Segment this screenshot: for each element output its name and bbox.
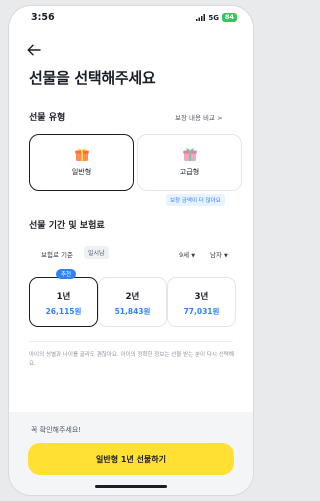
period-years: 2년: [125, 292, 140, 302]
gift-type-premium-card[interactable]: 고급형: [137, 134, 242, 191]
back-arrow-icon[interactable]: [27, 44, 41, 56]
gift-type-title: 선물 유형: [29, 113, 66, 123]
period-option-1-year[interactable]: 1년 26,115원: [29, 277, 98, 327]
status-indicators: 5G 84: [196, 13, 237, 22]
age-select[interactable]: 9세 ▼: [179, 249, 195, 259]
gift-box-icon: [74, 148, 89, 161]
gift-submit-button[interactable]: 일반형 1년 선물하기: [28, 443, 234, 475]
gift-type-premium-label: 고급형: [179, 168, 200, 176]
signal-icon: [196, 14, 206, 21]
period-price: 26,115원: [45, 307, 82, 316]
period-option-2-year[interactable]: 2년 51,843원: [98, 277, 167, 327]
period-option-3-year[interactable]: 3년 77,031원: [167, 277, 236, 327]
gender-value: 남자: [210, 251, 222, 259]
age-value: 9세: [179, 251, 190, 259]
status-time: 3:56: [31, 12, 55, 23]
premium-basis-label: 보험료 기준: [41, 251, 73, 259]
recommend-badge: 추천: [56, 269, 77, 279]
page-title: 선물을 선택해주세요: [29, 69, 156, 87]
gender-chevron-down-icon: ▼: [224, 253, 228, 259]
age-chevron-down-icon: ▼: [191, 253, 196, 259]
period-price: 77,031원: [183, 307, 220, 316]
notice-text: 아이의 성별과 나이를 골라도 괜찮아요. 아이의 정확한 정보는 선물 받는 …: [29, 352, 234, 367]
gender-select[interactable]: 남자 ▼: [210, 249, 228, 259]
check-notice-text: 꼭 확인해주세요!: [31, 426, 82, 434]
phone-screen: 3:56 5G 84 선물을 선택해주세요 선물 유형 보장 내용 비교 > 일…: [9, 6, 253, 495]
period-years: 3년: [194, 292, 209, 302]
compare-coverage-link[interactable]: 보장 내용 비교 >: [175, 112, 223, 122]
premium-gift-icon: [182, 148, 197, 161]
battery-icon: 84: [221, 13, 237, 22]
payment-type-chip: 일시납: [84, 246, 109, 259]
status-bar: 3:56 5G 84: [9, 6, 253, 28]
home-indicator: [95, 485, 167, 488]
network-label: 5G: [208, 13, 219, 22]
gift-type-basic-label: 일반형: [71, 168, 92, 176]
section-divider: [29, 341, 233, 342]
gift-type-basic-card[interactable]: 일반형: [29, 134, 134, 191]
period-title: 선물 기간 및 보험료: [29, 221, 105, 231]
premium-hint-badge: 보장 금액이 더 많아요: [166, 194, 225, 206]
period-years: 1년: [56, 292, 71, 302]
period-price: 51,843원: [114, 307, 151, 316]
